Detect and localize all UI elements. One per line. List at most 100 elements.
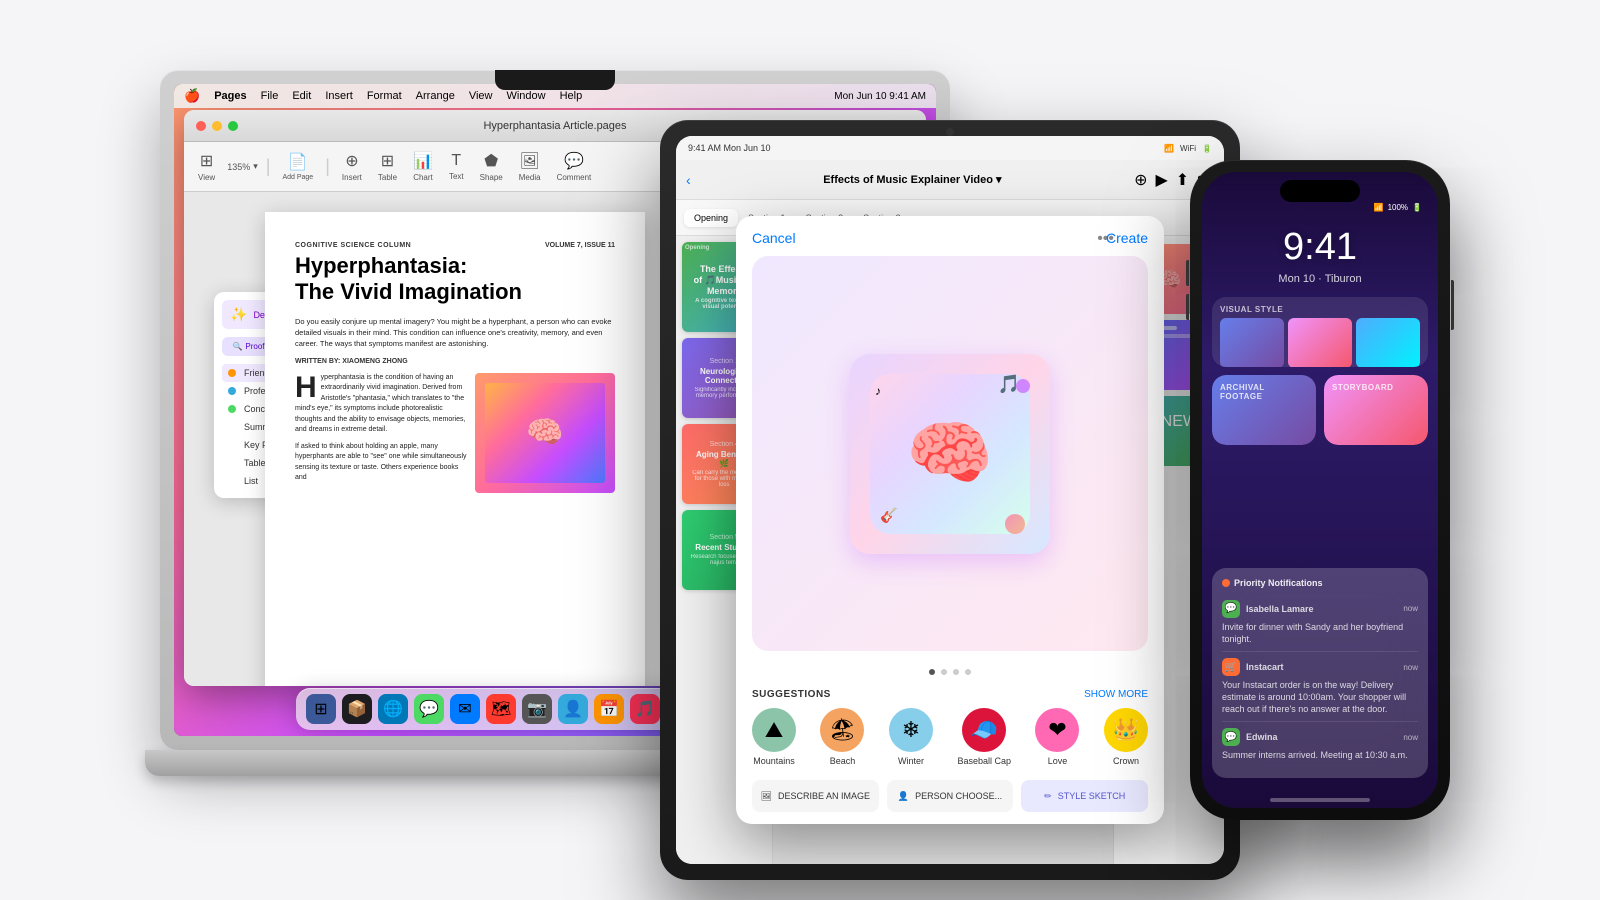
image-gen-modal: Cancel ••• Create bbox=[736, 216, 1164, 824]
notif-3-time: now bbox=[1403, 733, 1418, 742]
dock-icon-messages[interactable]: 💬 bbox=[414, 694, 444, 724]
section-tab-opening[interactable]: Opening bbox=[684, 209, 738, 227]
doc-dropcap: H bbox=[295, 373, 317, 403]
notif-1-time: now bbox=[1403, 604, 1418, 613]
iphone-screen: 📶100%🔋 9:41 Mon 10 · Tiburon Visual Styl… bbox=[1202, 172, 1438, 808]
doc-body-section: Hyperphantasia is the condition of havin… bbox=[295, 373, 615, 493]
toolbar-shape[interactable]: ⬟ Shape bbox=[476, 151, 507, 182]
widget-storyboard-label: Storyboard bbox=[1332, 383, 1420, 392]
menu-format[interactable]: Format bbox=[367, 90, 402, 102]
notif-2-app-icon: 🛒 bbox=[1222, 658, 1240, 676]
dock-icon-music[interactable]: 🎵 bbox=[630, 694, 660, 724]
ipad-time: 9:41 AM Mon Jun 10 bbox=[688, 143, 771, 153]
person-choose-button[interactable]: 👤 PERSON CHOOSE... bbox=[887, 780, 1014, 812]
menu-file[interactable]: File bbox=[261, 90, 279, 102]
toolbar-zoom[interactable]: 135% ▾ bbox=[227, 161, 258, 172]
dock-icon-apps[interactable]: 📦 bbox=[342, 694, 372, 724]
modal-cancel-button[interactable]: Cancel bbox=[752, 230, 796, 246]
menu-edit[interactable]: Edit bbox=[292, 90, 311, 102]
show-more-button[interactable]: SHOW MORE bbox=[1084, 689, 1148, 700]
menu-arrange[interactable]: Arrange bbox=[416, 90, 455, 102]
doc-image-inner: 🧠 bbox=[485, 383, 605, 483]
modal-page-dots bbox=[736, 661, 1164, 683]
page-dot-1 bbox=[929, 669, 935, 675]
widget-row-2: Archival Footage Storyboard bbox=[1212, 375, 1428, 445]
fullscreen-button[interactable] bbox=[228, 121, 238, 131]
ipad-camera bbox=[946, 128, 954, 136]
suggestions-header: SUGGESTIONS SHOW MORE bbox=[752, 689, 1148, 700]
mountains-icon: ⛰ bbox=[752, 708, 796, 752]
notification-1[interactable]: 💬 Isabella Lamare now Invite for dinner … bbox=[1222, 594, 1418, 652]
iphone-home-indicator bbox=[1270, 798, 1370, 802]
notification-3[interactable]: 💬 Edwina now Summer interns arrived. Mee… bbox=[1222, 722, 1418, 768]
doc-image: 🧠 bbox=[475, 373, 615, 493]
doc-body-paragraph1: Hyperphantasia is the condition of havin… bbox=[295, 373, 467, 436]
ipad-back-button[interactable]: ‹ bbox=[686, 172, 691, 188]
pages-document-area: ✨ Describe your change 🔍 Proofread bbox=[184, 192, 726, 686]
toolbar-chart[interactable]: 📊 Chart bbox=[409, 151, 437, 182]
notif-1-app-icon: 💬 bbox=[1222, 600, 1240, 618]
dock-icon-photos[interactable]: 📷 bbox=[522, 694, 552, 724]
iphone-notifications: Priority Notifications 💬 Isabella Lamare… bbox=[1212, 568, 1428, 778]
macbook-notch bbox=[495, 70, 615, 90]
widget-storyboard-content: Storyboard bbox=[1324, 375, 1428, 400]
menu-window[interactable]: Window bbox=[506, 90, 545, 102]
winter-label: Winter bbox=[898, 756, 924, 766]
notif-2-header: 🛒 Instacart now bbox=[1222, 658, 1418, 676]
menu-insert[interactable]: Insert bbox=[325, 90, 353, 102]
toolbar-comment[interactable]: 💬 Comment bbox=[553, 151, 596, 182]
suggestion-winter[interactable]: ❄ Winter bbox=[889, 708, 933, 766]
iphone-volume-up bbox=[1186, 260, 1189, 286]
toolbar-text[interactable]: T Text bbox=[445, 152, 468, 181]
notif-2-time: now bbox=[1403, 663, 1418, 672]
menu-help[interactable]: Help bbox=[560, 90, 583, 102]
dock-icon-maps[interactable]: 🗺 bbox=[486, 694, 516, 724]
dock-icon-safari[interactable]: 🌐 bbox=[378, 694, 408, 724]
suggestion-love[interactable]: ❤ Love bbox=[1035, 708, 1079, 766]
menu-datetime: Mon Jun 10 9:41 AM bbox=[834, 91, 926, 102]
page-dot-4 bbox=[965, 669, 971, 675]
dock-icon-contacts[interactable]: 👤 bbox=[558, 694, 588, 724]
ipad-statusbar: 9:41 AM Mon Jun 10 📶WiFi🔋 bbox=[676, 136, 1224, 160]
window-title: Hyperphantasia Article.pages bbox=[483, 120, 626, 132]
style-sketch-button[interactable]: ✏ STYLE SKETCH bbox=[1021, 780, 1148, 812]
toolbar-insert[interactable]: ⊕ Insert bbox=[338, 151, 366, 182]
iphone-frame: 📶100%🔋 9:41 Mon 10 · Tiburon Visual Styl… bbox=[1190, 160, 1450, 820]
iphone-widgets: Visual Style bbox=[1202, 297, 1438, 445]
suggestion-beach[interactable]: 🏖 Beach bbox=[820, 708, 864, 766]
ipad-presentation-title: Effects of Music Explainer Video ▾ bbox=[699, 173, 1126, 186]
modal-create-button[interactable]: Create bbox=[1106, 230, 1148, 246]
toolbar-media[interactable]: 🖼 Media bbox=[515, 151, 545, 182]
describe-image-button[interactable]: 🖼 DESCRIBE AN IMAGE bbox=[752, 780, 879, 812]
iphone-power-button bbox=[1451, 280, 1454, 330]
widget-storyboard: Storyboard bbox=[1324, 375, 1428, 445]
notification-2[interactable]: 🛒 Instacart now Your Instacart order is … bbox=[1222, 652, 1418, 722]
suggestion-baseball-cap[interactable]: 🧢 Baseball Cap bbox=[957, 708, 1011, 766]
suggestion-crown[interactable]: 👑 Crown bbox=[1104, 708, 1148, 766]
menu-view[interactable]: View bbox=[469, 90, 493, 102]
apple-menu[interactable]: 🍎 bbox=[184, 88, 200, 104]
ipad-tool-add[interactable]: ⊕ bbox=[1134, 170, 1147, 190]
priority-bullet-icon bbox=[1222, 579, 1230, 587]
widget-img-storyboard bbox=[1288, 318, 1352, 367]
minimize-button[interactable] bbox=[212, 121, 222, 131]
modal-header: Cancel ••• Create bbox=[736, 216, 1164, 246]
modal-suggestions: SUGGESTIONS SHOW MORE ⛰ Mountains 🏖 Beac… bbox=[736, 683, 1164, 772]
notif-1-body: Invite for dinner with Sandy and her boy… bbox=[1222, 622, 1418, 645]
menu-pages[interactable]: Pages bbox=[214, 90, 246, 102]
dock-icon-mail[interactable]: ✉ bbox=[450, 694, 480, 724]
ipad-tool-play[interactable]: ▶ bbox=[1155, 170, 1167, 190]
widget-img-archival bbox=[1220, 318, 1284, 367]
toolbar-view[interactable]: ⊞ View bbox=[194, 151, 219, 182]
iphone-device: 📶100%🔋 9:41 Mon 10 · Tiburon Visual Styl… bbox=[1190, 160, 1450, 820]
toolbar-table[interactable]: ⊞ Table bbox=[374, 151, 401, 182]
dock-icon-launchpad[interactable]: ⊞ bbox=[306, 694, 336, 724]
toolbar-add-page[interactable]: 📄 Add Page bbox=[278, 152, 317, 181]
widget-visual-style-images bbox=[1220, 318, 1420, 367]
close-button[interactable] bbox=[196, 121, 206, 131]
dock-icon-calendar[interactable]: 📅 bbox=[594, 694, 624, 724]
notif-1-app-name: Isabella Lamare bbox=[1246, 604, 1314, 614]
ipad-tool-share[interactable]: ⬆ bbox=[1176, 170, 1189, 190]
mountains-label: Mountains bbox=[753, 756, 795, 766]
suggestion-mountains[interactable]: ⛰ Mountains bbox=[752, 708, 796, 766]
